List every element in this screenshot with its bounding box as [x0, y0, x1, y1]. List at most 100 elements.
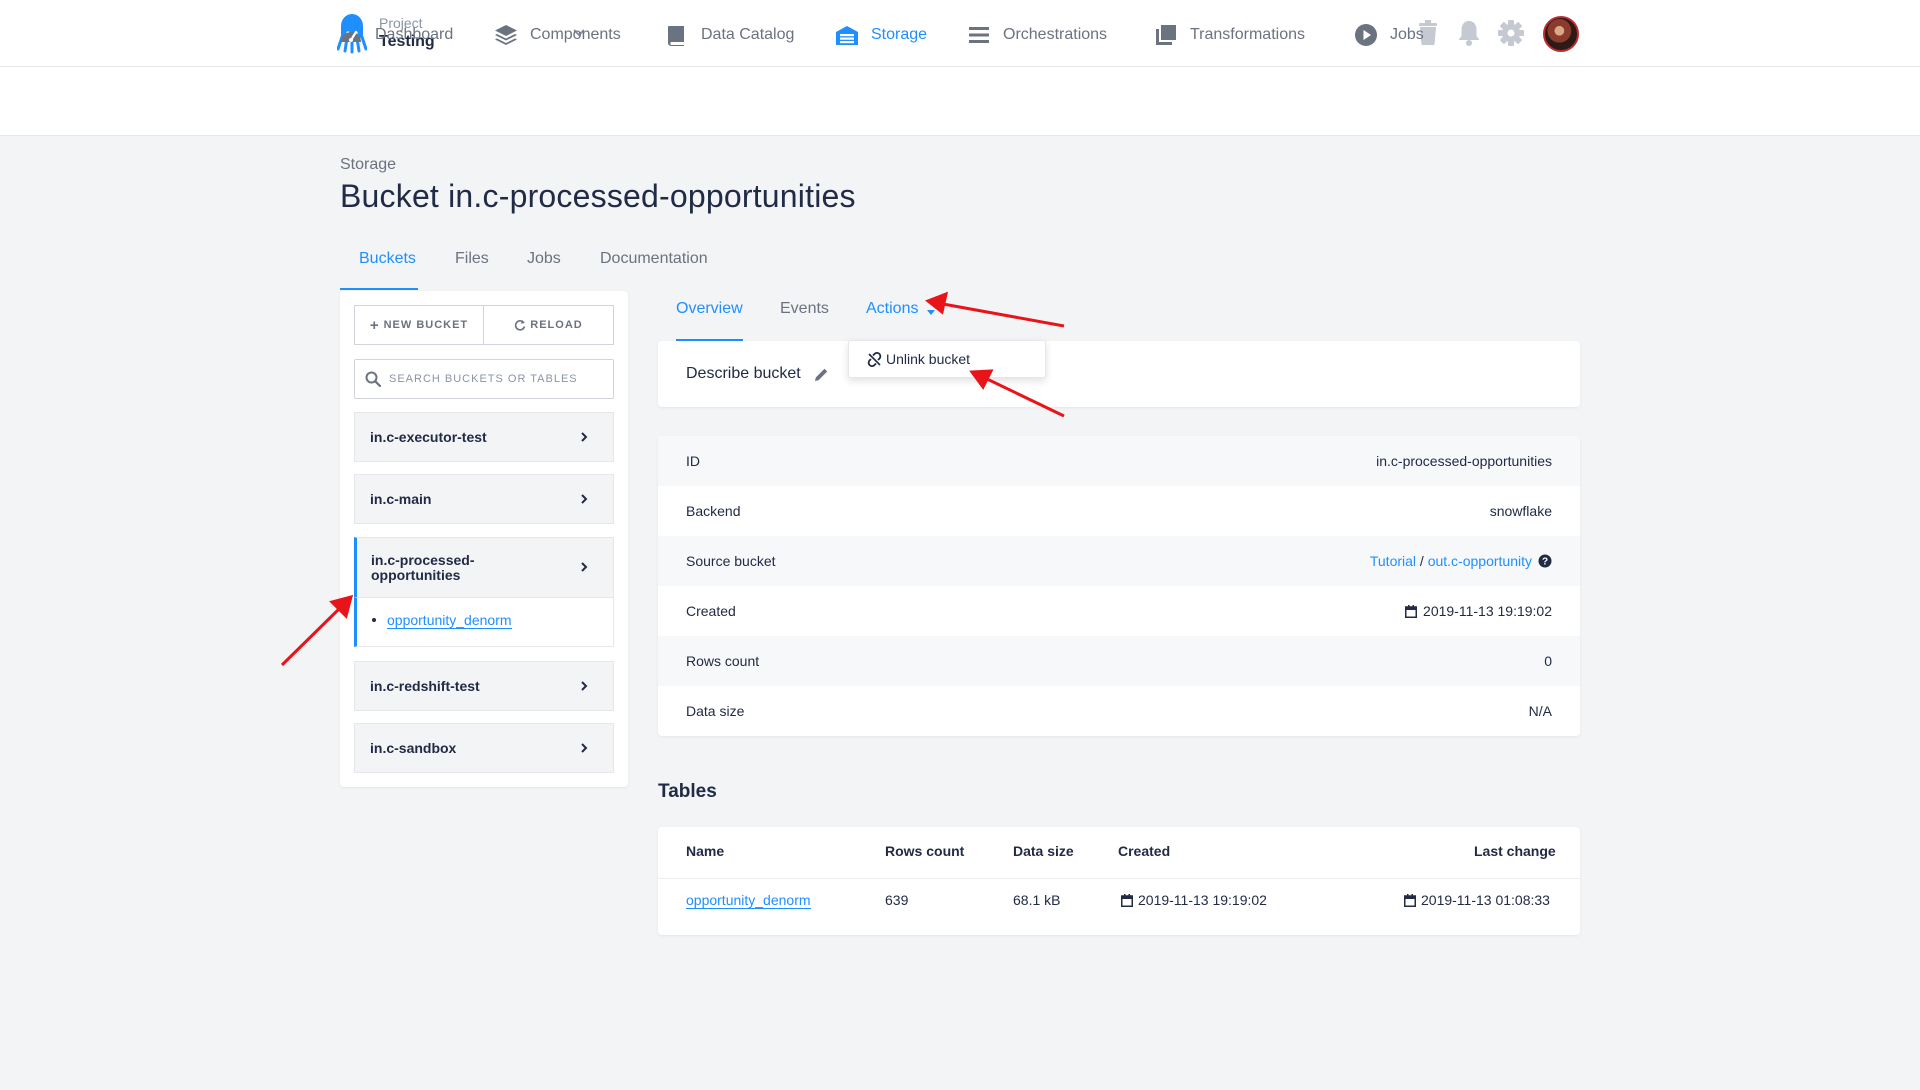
nav-item-transformations[interactable]: Transformations — [1154, 22, 1305, 48]
info-row-id: ID in.c-processed-opportunities — [658, 436, 1580, 486]
nav-item-orchestrations[interactable]: Orchestrations — [967, 22, 1107, 48]
breadcrumb[interactable]: Storage — [340, 156, 396, 174]
bucket-name: in.c-executor-test — [370, 429, 487, 445]
tables-heading: Tables — [658, 781, 717, 802]
column-header-created[interactable]: Created — [1118, 843, 1170, 859]
source-project-link[interactable]: Tutorial — [1370, 553, 1416, 569]
column-header-data-size[interactable]: Data size — [1013, 843, 1074, 859]
info-value: in.c-processed-opportunities — [1376, 453, 1552, 469]
bucket-name: in.c-processed- opportunities — [371, 551, 475, 583]
unlink-icon — [867, 351, 882, 367]
tab-files[interactable]: Files — [455, 250, 489, 268]
nav-label: Transformations — [1190, 26, 1305, 43]
nav-item-jobs[interactable]: Jobs — [1354, 22, 1424, 48]
nav-label: Storage — [871, 26, 928, 43]
chevron-right-icon — [581, 494, 588, 504]
calendar-icon — [1121, 893, 1133, 907]
main-nav — [0, 67, 1920, 136]
tab-underline — [340, 288, 418, 290]
tab-events[interactable]: Events — [780, 300, 829, 318]
bars-icon — [969, 27, 989, 43]
plus-icon: + — [369, 316, 380, 334]
column-header-last-change[interactable]: Last change — [1474, 843, 1556, 859]
calendar-icon — [1405, 604, 1418, 618]
help-circle-icon[interactable]: ? — [1538, 554, 1552, 568]
nav-label: Jobs — [1390, 26, 1424, 43]
table-row-data-size: 68.1 kB — [1013, 892, 1061, 908]
reload-label: RELOAD — [530, 319, 583, 331]
table-row-rows-count: 639 — [885, 892, 909, 908]
nav-item-storage[interactable]: Storage — [835, 22, 927, 48]
search-icon — [365, 371, 381, 387]
info-label: Created — [686, 603, 736, 619]
info-label: ID — [686, 453, 700, 469]
info-value: 2019-11-13 19:19:02 — [1405, 603, 1552, 619]
tab-documentation[interactable]: Documentation — [600, 250, 708, 268]
info-value: snowflake — [1489, 503, 1552, 519]
calendar-icon — [1404, 893, 1416, 907]
book-icon — [668, 26, 684, 46]
unlink-bucket-menu-item[interactable]: Unlink bucket — [886, 351, 970, 367]
chevron-right-icon — [581, 743, 588, 753]
table-row-name[interactable]: opportunity_denorm — [686, 892, 811, 909]
bell-icon[interactable] — [1455, 19, 1483, 47]
table-name-link[interactable]: opportunity_denorm — [686, 892, 811, 909]
pencil-icon[interactable] — [813, 366, 830, 383]
copy-icon — [1156, 25, 1176, 45]
actions-dropdown-menu: Unlink bucket — [848, 340, 1046, 378]
nav-item-data-catalog[interactable]: Data Catalog — [665, 22, 794, 48]
tab-jobs[interactable]: Jobs — [527, 250, 561, 268]
tab-overview[interactable]: Overview — [676, 300, 743, 318]
list-bullet — [372, 618, 376, 622]
column-header-rows-count[interactable]: Rows count — [885, 843, 964, 859]
table-link[interactable]: opportunity_denorm — [387, 612, 512, 629]
info-row-data-size: Data size N/A — [658, 686, 1580, 736]
chevron-right-icon — [581, 681, 588, 691]
path-separator: / — [1416, 553, 1428, 569]
nav-item-components[interactable]: Components — [494, 22, 621, 48]
bucket-item[interactable]: in.c-executor-test — [354, 412, 614, 462]
column-header-name[interactable]: Name — [686, 843, 724, 859]
annotation-arrow — [280, 606, 342, 667]
table-row-created: 2019-11-13 19:19:02 — [1121, 892, 1267, 908]
warehouse-icon — [836, 26, 858, 45]
table-row-last-change: 2019-11-13 01:08:33 — [1404, 892, 1550, 908]
info-row-source-bucket: Source bucket Tutorial / out.c-opportuni… — [658, 536, 1580, 586]
source-bucket-link[interactable]: out.c-opportunity — [1428, 553, 1532, 569]
new-bucket-label: NEW BUCKET — [383, 319, 469, 331]
bucket-name: in.c-redshift-test — [370, 678, 480, 694]
created-date: 2019-11-13 19:19:02 — [1138, 892, 1267, 908]
info-value: N/A — [1528, 703, 1552, 719]
reload-button[interactable]: RELOAD — [484, 305, 614, 345]
svg-text:?: ? — [1542, 557, 1548, 568]
bucket-info-card: ID in.c-processed-opportunities Backend … — [658, 436, 1580, 736]
play-icon — [1355, 24, 1377, 46]
page-title: Bucket in.c-processed-opportunities — [340, 178, 856, 214]
search-field[interactable] — [354, 359, 614, 399]
bucket-item[interactable]: in.c-redshift-test — [354, 661, 614, 711]
chevron-right-icon — [581, 432, 588, 442]
nav-label: Data Catalog — [701, 26, 795, 43]
nav-label: Orchestrations — [1003, 26, 1108, 43]
avatar[interactable] — [1543, 16, 1579, 52]
describe-bucket-label: Describe bucket — [686, 365, 801, 382]
row-divider — [658, 878, 1580, 879]
nav-item-dashboard[interactable]: Dashboard — [339, 22, 453, 48]
nav-label: Components — [530, 26, 621, 43]
tab-actions[interactable]: Actions — [866, 300, 918, 318]
bucket-item-selected[interactable]: in.c-processed- opportunities — [354, 537, 614, 598]
refresh-icon — [515, 320, 526, 331]
bucket-item[interactable]: in.c-sandbox — [354, 723, 614, 773]
gear-icon[interactable] — [1497, 19, 1525, 47]
bucket-name: in.c-sandbox — [370, 740, 457, 756]
top-bar — [0, 0, 1920, 67]
caret-down-icon[interactable] — [927, 310, 935, 315]
info-value: Tutorial / out.c-opportunity ? — [1370, 553, 1552, 569]
nav-label: Dashboard — [375, 26, 454, 43]
info-label: Source bucket — [686, 553, 776, 569]
tab-buckets[interactable]: Buckets — [359, 250, 416, 268]
bucket-item[interactable]: in.c-main — [354, 474, 614, 524]
search-input[interactable] — [389, 373, 609, 385]
annotation-arrow — [942, 302, 1065, 328]
new-bucket-button[interactable]: + NEW BUCKET — [354, 305, 484, 345]
